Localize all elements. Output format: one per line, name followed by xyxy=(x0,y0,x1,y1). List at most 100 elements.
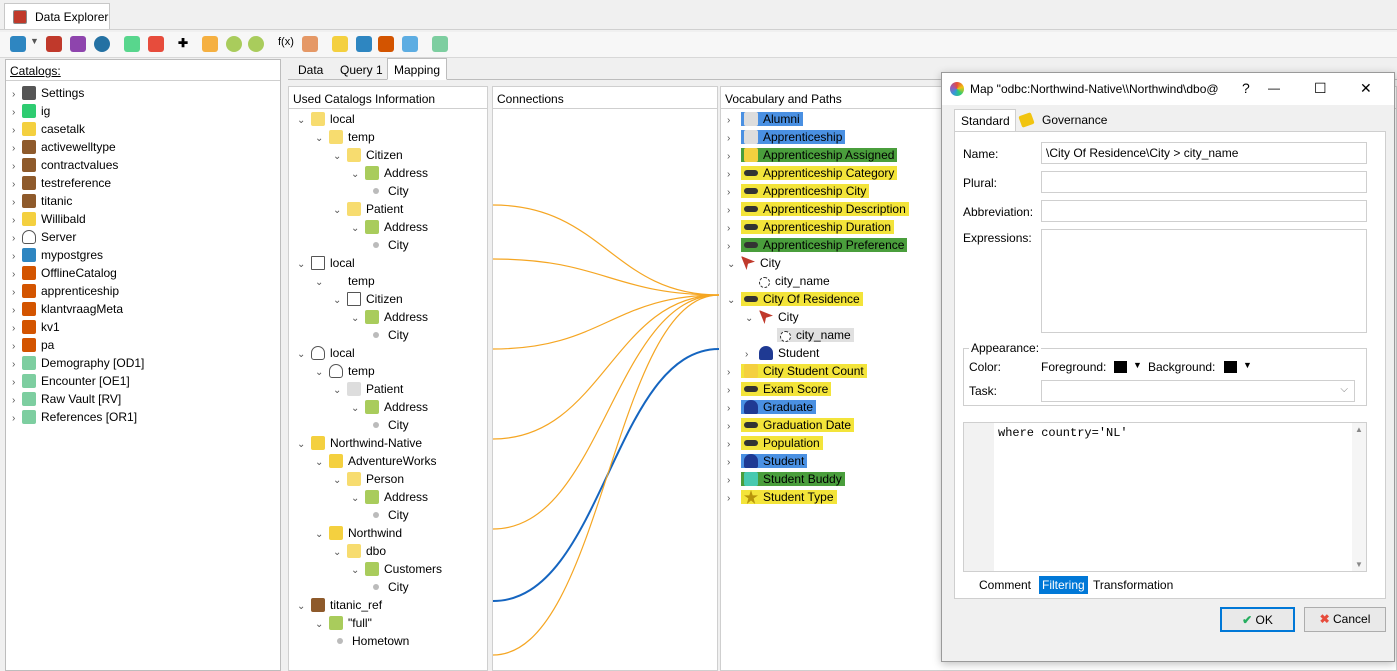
remove-mapping-icon[interactable] xyxy=(70,36,86,52)
monitor-blue-icon[interactable] xyxy=(356,36,372,52)
vocab-node[interactable]: ⌄ City xyxy=(727,254,781,272)
database-green-icon[interactable] xyxy=(124,36,140,52)
catalog-item[interactable]: › Raw Vault [RV] xyxy=(12,390,121,408)
vocab-node[interactable]: › Apprenticeship Assigned xyxy=(727,146,898,164)
tree-node[interactable]: Hometown xyxy=(333,632,409,650)
robot-icon[interactable] xyxy=(432,36,448,52)
catalog-item[interactable]: › testreference xyxy=(12,174,111,192)
tree-node[interactable]: City xyxy=(369,326,409,344)
chevron-down-icon[interactable]: ⌄ xyxy=(297,256,307,274)
vocab-node[interactable]: › Apprenticeship City xyxy=(727,182,870,200)
catalog-item[interactable]: › mypostgres xyxy=(12,246,103,264)
chain-icon[interactable] xyxy=(402,36,418,52)
chevron-down-icon[interactable]: ⌄ xyxy=(333,382,343,400)
tree-node[interactable]: ⌄ Northwind-Native xyxy=(297,434,422,452)
vocab-node[interactable]: › Student Type xyxy=(727,488,837,506)
forward-icon[interactable] xyxy=(248,36,264,52)
chevron-down-icon[interactable]: ⌄ xyxy=(297,598,307,616)
catalog-item[interactable]: › Server xyxy=(12,228,76,246)
catalog-item[interactable]: › pa xyxy=(12,336,54,354)
connection-line[interactable] xyxy=(493,204,719,296)
tree-node[interactable]: City xyxy=(369,182,409,200)
catalog-item[interactable]: › titanic xyxy=(12,192,72,210)
catalog-item[interactable]: › contractvalues xyxy=(12,156,118,174)
scroll-up-icon[interactable]: ▲ xyxy=(1355,425,1363,434)
chevron-icon[interactable]: ⌄ xyxy=(727,292,737,310)
editor-scrollbar[interactable]: ▲ ▼ xyxy=(1352,423,1366,571)
tree-node[interactable]: ⌄ Address xyxy=(351,218,428,236)
vocab-node[interactable]: › Exam Score xyxy=(727,380,832,398)
tree-node[interactable]: ⌄ Address xyxy=(351,164,428,182)
catalog-item[interactable]: › Settings xyxy=(12,84,84,102)
catalog-item[interactable]: › Demography [OD1] xyxy=(12,354,144,372)
tree-node[interactable]: City xyxy=(369,578,409,596)
tree-node[interactable]: ⌄ temp xyxy=(315,272,375,290)
chevron-right-icon[interactable]: › xyxy=(12,410,22,428)
chevron-down-icon[interactable]: ⌄ xyxy=(351,310,361,328)
minimize-button[interactable]: — xyxy=(1268,81,1280,95)
scroll-down-icon[interactable]: ▼ xyxy=(1355,560,1363,569)
plural-field[interactable] xyxy=(1041,171,1367,193)
help-button[interactable]: ? xyxy=(1242,80,1250,96)
ok-button[interactable]: ✔ OK xyxy=(1220,607,1295,632)
catalog-item[interactable]: › OfflineCatalog xyxy=(12,264,117,282)
connection-line[interactable] xyxy=(493,294,719,656)
connection-line[interactable] xyxy=(493,294,719,440)
tab-comment[interactable]: Comment xyxy=(979,578,1031,592)
vocab-node[interactable]: › Apprenticeship Preference xyxy=(727,236,908,254)
chevron-down-icon[interactable]: ⌄ xyxy=(315,616,325,634)
vocab-node[interactable]: city_name xyxy=(763,326,854,344)
vocab-node[interactable]: › Apprenticeship Duration xyxy=(727,218,895,236)
chevron-down-icon[interactable]: ⌄ xyxy=(297,436,307,454)
tab-standard[interactable]: Standard xyxy=(954,109,1016,131)
tree-node[interactable]: ⌄ Patient xyxy=(333,380,403,398)
abbreviation-field[interactable] xyxy=(1041,200,1367,222)
tree-node[interactable]: ⌄ local xyxy=(297,344,355,362)
tree-node[interactable]: ⌄ local xyxy=(297,110,355,128)
tree-node[interactable]: City xyxy=(369,416,409,434)
chevron-down-icon[interactable]: ⌄ xyxy=(351,400,361,418)
tree-node[interactable]: ⌄ Address xyxy=(351,398,428,416)
vocab-node[interactable]: ⌄ City Of Residence xyxy=(727,290,863,308)
dropdown-arrow-icon[interactable]: ▼ xyxy=(30,36,40,52)
chevron-icon[interactable]: › xyxy=(727,490,737,508)
tree-node[interactable]: City xyxy=(369,236,409,254)
catalog-item[interactable]: › Encounter [OE1] xyxy=(12,372,130,390)
chevron-down-icon[interactable]: ▼ xyxy=(1243,360,1252,370)
vocab-node[interactable]: › Graduation Date xyxy=(727,416,855,434)
vocab-node[interactable]: › Apprenticeship xyxy=(727,128,846,146)
catalog-item[interactable]: › ig xyxy=(12,102,50,120)
plus-icon[interactable]: ✚ xyxy=(178,36,194,52)
tab-mapping[interactable]: Mapping xyxy=(387,58,448,80)
vocab-node[interactable]: › Apprenticeship Category xyxy=(727,164,898,182)
tree-node[interactable]: ⌄ Citizen xyxy=(333,290,403,308)
tree-node[interactable]: ⌄ local xyxy=(297,254,355,272)
tree-node[interactable]: ⌄ Person xyxy=(333,470,404,488)
tab-data[interactable]: Data xyxy=(292,59,329,80)
chevron-down-icon[interactable]: ⌄ xyxy=(315,526,325,544)
catalog-item[interactable]: › klantvraagMeta xyxy=(12,300,123,318)
catalog-item[interactable]: › kv1 xyxy=(12,318,60,336)
vocab-node[interactable]: ⌄ City xyxy=(745,308,799,326)
connection-line[interactable] xyxy=(493,294,719,530)
tree-node[interactable]: ⌄ dbo xyxy=(333,542,386,560)
vocab-node[interactable]: city_name xyxy=(745,272,830,290)
tree-node[interactable]: ⌄ "full" xyxy=(315,614,372,632)
chevron-down-icon[interactable]: ⌄ xyxy=(315,454,325,472)
chevron-down-icon[interactable]: ▼ xyxy=(1133,360,1142,370)
chevron-down-icon[interactable]: ⌄ xyxy=(333,202,343,220)
expressions-field[interactable] xyxy=(1041,229,1367,333)
tree-node[interactable]: ⌄ AdventureWorks xyxy=(315,452,436,470)
background-swatch[interactable] xyxy=(1224,361,1237,373)
function-icon[interactable]: f(x) xyxy=(278,36,294,52)
vocab-node[interactable]: › Population xyxy=(727,434,823,452)
tab-governance[interactable]: Governance xyxy=(1036,109,1113,131)
chevron-down-icon[interactable]: ⌄ xyxy=(333,472,343,490)
chevron-down-icon[interactable]: ⌄ xyxy=(315,130,325,148)
catalog-item[interactable]: › activewelltype xyxy=(12,138,116,156)
vocab-node[interactable]: › Student Buddy xyxy=(727,470,845,488)
tree-node[interactable]: ⌄ Address xyxy=(351,308,428,326)
chevron-down-icon[interactable]: ⌄ xyxy=(315,274,325,292)
back-icon[interactable] xyxy=(226,36,242,52)
tree-node[interactable]: City xyxy=(369,506,409,524)
